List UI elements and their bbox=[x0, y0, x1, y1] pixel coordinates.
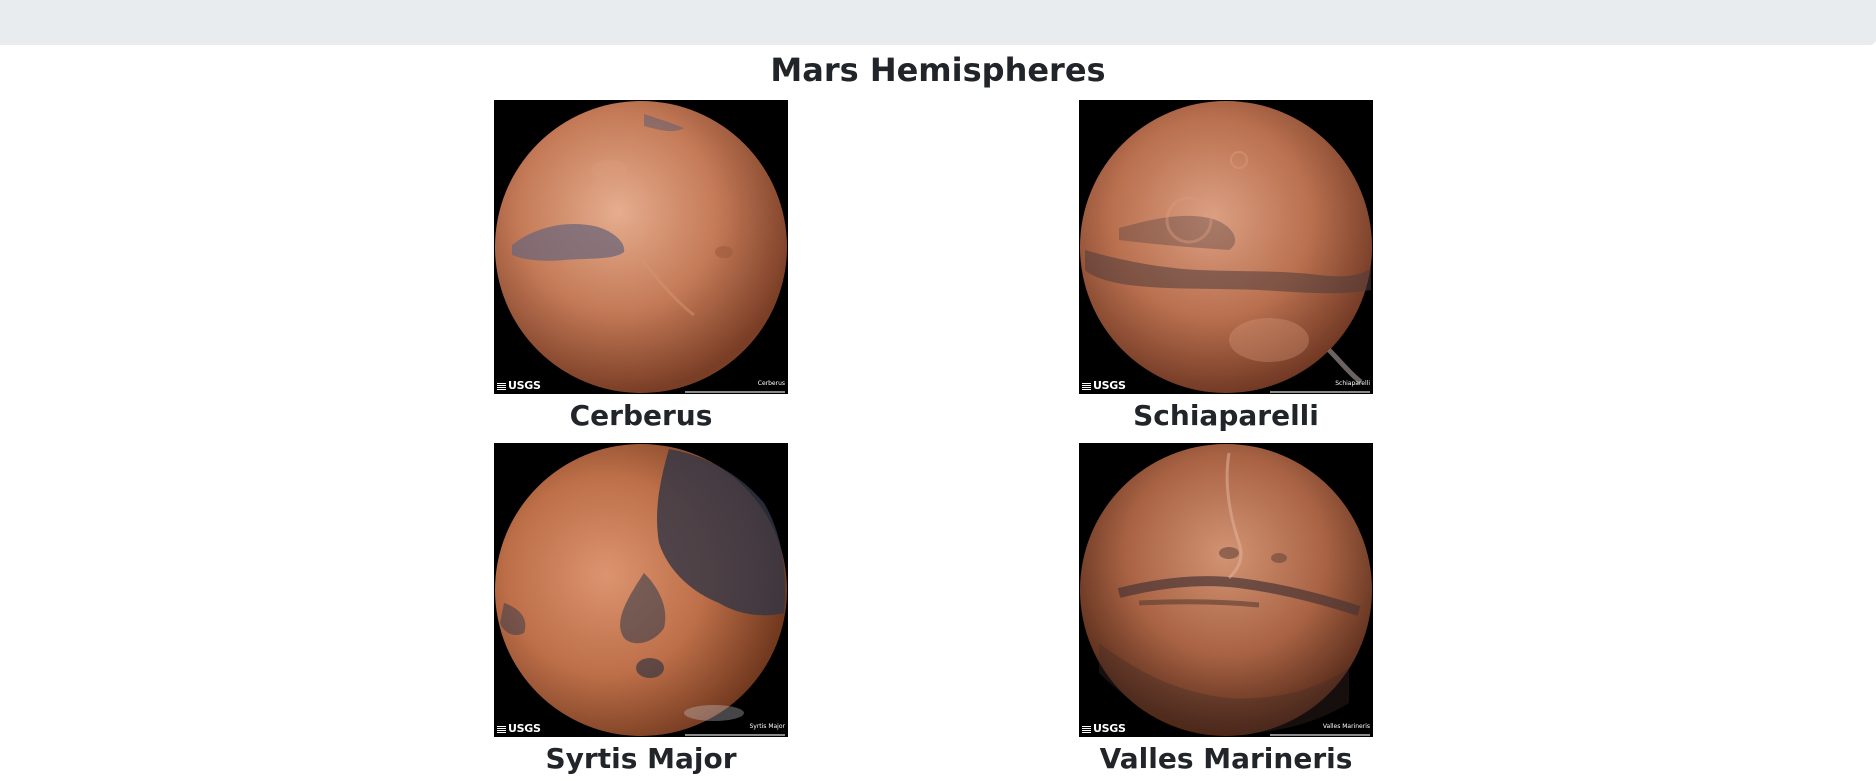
hemisphere-card-cerberus: USGS Cerberus Cerberus bbox=[494, 100, 788, 438]
page-title: Mars Hemispheres bbox=[770, 51, 1106, 89]
usgs-logo: USGS bbox=[497, 380, 541, 391]
mars-globe-cerberus bbox=[495, 101, 787, 393]
hemisphere-title-cerberus[interactable]: Cerberus bbox=[494, 394, 788, 438]
usgs-logo: USGS bbox=[497, 723, 541, 734]
hemisphere-card-syrtis-major: USGS Syrtis Major Syrtis Major bbox=[494, 443, 788, 781]
image-footnote-line bbox=[1270, 734, 1370, 736]
image-footnote-line bbox=[1270, 391, 1370, 393]
image-caption: Cerberus bbox=[757, 380, 785, 387]
hemisphere-image-syrtis-major[interactable]: USGS Syrtis Major bbox=[494, 443, 788, 737]
hemisphere-image-schiaparelli[interactable]: USGS Schiaparelli bbox=[1079, 100, 1373, 394]
image-footnote-line bbox=[685, 391, 785, 393]
hemisphere-title-syrtis-major[interactable]: Syrtis Major bbox=[494, 737, 788, 781]
hemisphere-card-schiaparelli: USGS Schiaparelli Schiaparelli bbox=[1079, 100, 1373, 438]
hemisphere-image-cerberus[interactable]: USGS Cerberus bbox=[494, 100, 788, 394]
hemisphere-title-valles-marineris[interactable]: Valles Marineris bbox=[1079, 737, 1373, 781]
mars-globe-schiaparelli bbox=[1080, 101, 1372, 393]
mars-globe-syrtis-major bbox=[495, 444, 787, 736]
usgs-logo: USGS bbox=[1082, 380, 1126, 391]
hemisphere-image-valles-marineris[interactable]: USGS Valles Marineris bbox=[1079, 443, 1373, 737]
mars-globe-valles-marineris bbox=[1080, 444, 1372, 736]
hemisphere-card-valles-marineris: USGS Valles Marineris Valles Marineris bbox=[1079, 443, 1373, 781]
image-caption: Schiaparelli bbox=[1335, 380, 1370, 387]
image-caption: Valles Marineris bbox=[1322, 723, 1370, 730]
hemisphere-title-schiaparelli[interactable]: Schiaparelli bbox=[1079, 394, 1373, 438]
image-footnote-line bbox=[685, 734, 785, 736]
usgs-logo: USGS bbox=[1082, 723, 1126, 734]
top-navbar bbox=[0, 0, 1876, 45]
image-caption: Syrtis Major bbox=[749, 723, 785, 730]
